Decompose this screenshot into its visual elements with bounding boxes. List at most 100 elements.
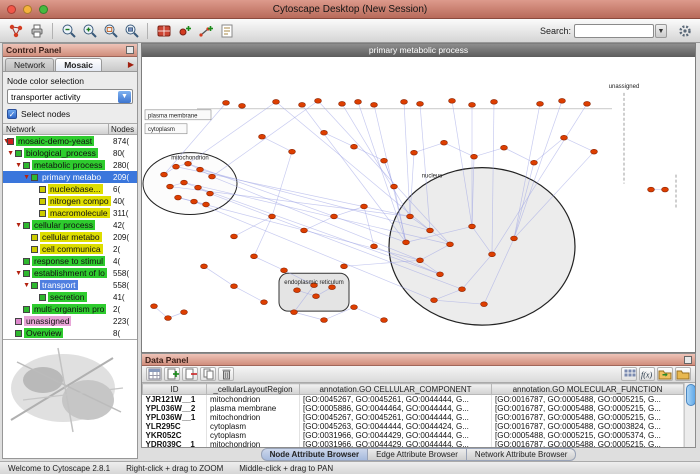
graph-node[interactable] [197,167,204,172]
graph-node[interactable] [273,99,280,104]
search-options-icon[interactable]: ▼ [655,24,667,38]
tab-edge-attribute-browser[interactable]: Edge Attribute Browser [368,448,467,461]
graph-node[interactable] [321,130,328,135]
graph-node[interactable] [648,187,655,192]
column-header[interactable]: _cellularLayoutRegion [207,384,300,395]
graph-node[interactable] [299,102,306,107]
settings-icon[interactable] [675,21,694,40]
graph-node[interactable] [437,272,444,277]
graph-node[interactable] [411,150,418,155]
expander-icon[interactable]: ▼ [15,270,22,277]
column-header[interactable]: annotation.GO MOLECULAR_FUNCTION [492,384,684,395]
graph-node[interactable] [381,158,388,163]
network-icon[interactable] [6,21,25,40]
tree-item-metabolic-process[interactable]: ▼metabolic process280( [3,159,137,171]
tree-item-biological-process[interactable]: ▼biological_process80( [3,147,137,159]
graph-node[interactable] [191,199,198,204]
tree-item-nitrogen-compo[interactable]: nitrogen compo40( [3,195,137,207]
graph-node[interactable] [173,164,180,169]
graph-node[interactable] [209,174,216,179]
create-attribute-icon[interactable] [164,367,180,381]
node-color-dropdown[interactable]: transporter activity ▼ [7,89,133,104]
tab-overflow-icon[interactable]: ▶ [125,60,137,71]
tree-item-cellular-metabo[interactable]: cellular metabo209( [3,231,137,243]
zoom-in-icon[interactable] [80,21,99,40]
tree-item-establishment-of-lo[interactable]: ▼establishment of lo558( [3,267,137,279]
graph-node[interactable] [207,191,214,196]
graph-node[interactable] [351,305,358,310]
graph-node[interactable] [151,304,158,309]
float-panel-icon[interactable] [684,356,692,364]
tab-node-attribute-browser[interactable]: Node Attribute Browser [261,448,369,461]
graph-node[interactable] [301,228,308,233]
annotation-icon[interactable] [217,21,236,40]
graph-node[interactable] [313,294,320,299]
graph-node[interactable] [407,214,414,219]
graph-node[interactable] [181,180,188,185]
table-row[interactable]: YDR039C__1mitochondrion[GO:0031966, GO:0… [143,440,684,447]
graph-node[interactable] [203,202,210,207]
graph-node[interactable] [591,149,598,154]
graph-node[interactable] [431,298,438,303]
graph-node[interactable] [175,195,182,200]
folder-icon[interactable] [675,367,691,381]
expander-icon[interactable]: ▼ [23,282,30,289]
select-nodes-checkbox[interactable]: ✓ [7,109,17,119]
add-node-icon[interactable] [175,21,194,40]
table-row[interactable]: YJR121W__1mitochondrion[GO:0045267, GO:0… [143,395,684,405]
graph-node[interactable] [165,316,172,321]
graph-node[interactable] [231,234,238,239]
graph-node[interactable] [231,284,238,289]
graph-node[interactable] [321,318,328,323]
select-attributes-icon[interactable] [146,367,162,381]
graph-node[interactable] [417,101,424,106]
graph-node[interactable] [351,144,358,149]
expander-icon[interactable]: ▼ [15,222,22,229]
grid-icon[interactable] [621,367,637,381]
close-button[interactable] [7,5,16,14]
tree-item-macromolecule[interactable]: macromolecule311( [3,207,137,219]
graph-node[interactable] [584,101,591,106]
function-icon[interactable]: f(x) [639,367,655,381]
graph-node[interactable] [315,98,322,103]
column-header-network[interactable]: Network [3,124,109,134]
graph-node[interactable] [239,103,246,108]
expander-icon[interactable]: ▼ [23,174,30,181]
graph-node[interactable] [491,99,498,104]
tab-network-attribute-browser[interactable]: Network Attribute Browser [467,448,576,461]
graph-node[interactable] [537,101,544,106]
search-input[interactable] [574,24,654,38]
graph-node[interactable] [361,204,368,209]
attribute-table[interactable]: ID_cellularLayoutRegionannotation.GO CEL… [142,383,684,447]
graph-node[interactable] [281,268,288,273]
graph-node[interactable] [401,99,408,104]
graph-node[interactable] [441,140,448,145]
tree-item-multi-organism-pro[interactable]: multi-organism pro2( [3,303,137,315]
table-row[interactable]: YKR052Ccytoplasm[GO:0031966, GO:0044429,… [143,431,684,440]
graph-node[interactable] [261,300,268,305]
minimize-button[interactable] [23,5,32,14]
tree-item-overview[interactable]: Overview8( [3,327,137,339]
tree-item-transport[interactable]: ▼transport558( [3,279,137,291]
table-row[interactable]: YLR295Ccytoplasm[GO:0045263, GO:0044444,… [143,422,684,431]
graph-node[interactable] [294,288,301,293]
network-canvas[interactable]: plasma membrane cytoplasm mitochondrion … [142,57,695,352]
graph-node[interactable] [511,236,518,241]
graph-node[interactable] [201,264,208,269]
zoom-fit-icon[interactable] [101,21,120,40]
graph-node[interactable] [291,310,298,315]
graph-node[interactable] [561,135,568,140]
column-header[interactable]: annotation.GO CELLULAR_COMPONENT [300,384,492,395]
graph-node[interactable] [489,252,496,257]
birdseye-view[interactable] [3,339,137,458]
graph-node[interactable] [391,184,398,189]
graph-node[interactable] [223,100,230,105]
graph-node[interactable] [259,134,266,139]
tab-mosaic[interactable]: Mosaic [55,58,102,71]
tree-item-unassigned[interactable]: unassigned223( [3,315,137,327]
import-folder-icon[interactable] [657,367,673,381]
tab-network[interactable]: Network [5,58,54,71]
trash-icon[interactable] [218,367,234,381]
graph-node[interactable] [469,224,476,229]
graph-node[interactable] [481,302,488,307]
